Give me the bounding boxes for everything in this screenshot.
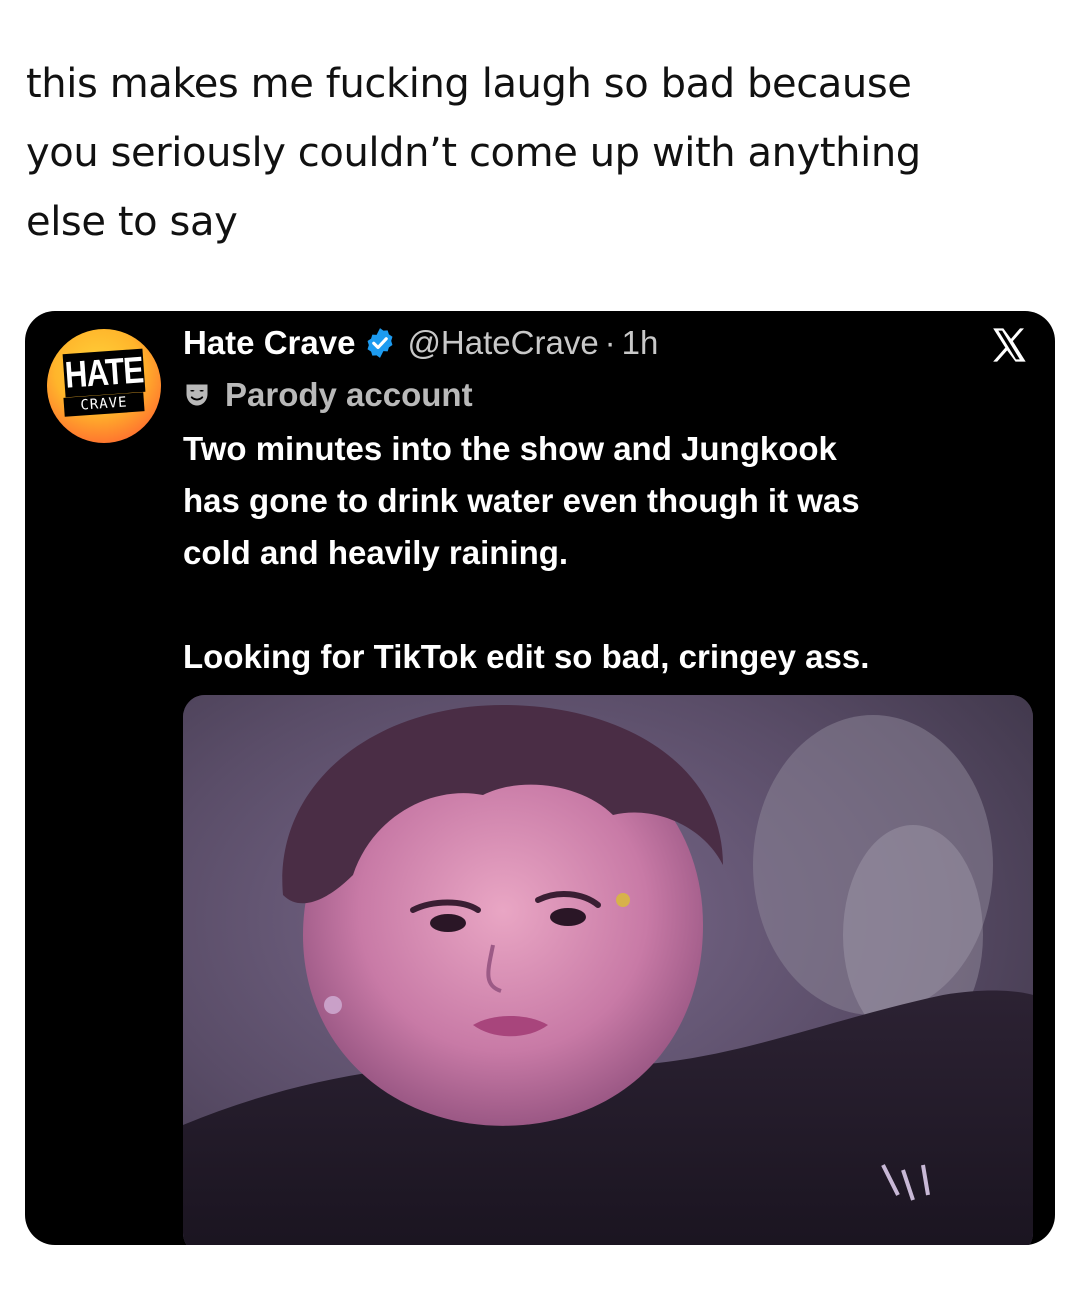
tweet-screenshot-card: HATE CRAVE Hate Crave @HateCrave · 1h Pa… [25,311,1055,1245]
tweet-line: cold and heavily raining. [183,534,569,571]
tweet-media-photo[interactable] [183,695,1033,1245]
avatar[interactable]: HATE CRAVE [47,329,161,443]
avatar-logo-text-bottom: CRAVE [63,392,145,417]
tweet-header: Hate Crave @HateCrave · 1h [183,321,658,365]
separator-dot: · [604,324,616,361]
tweet-paragraph-1: Two minutes into the show and Jungkook h… [183,423,1013,579]
avatar-logo-text-top: HATE [62,348,146,398]
display-name[interactable]: Hate Crave [183,324,355,362]
tweet-paragraph-2: Looking for TikTok edit so bad, cringey … [183,638,870,675]
verified-badge-icon [367,328,393,358]
parody-label-text: Parody account [225,376,473,413]
mask-icon [186,384,208,406]
parody-account-label: Parody account [183,375,473,415]
caption-line-2: you seriously couldn’t come up with anyt… [26,130,921,176]
tweet-line: Two minutes into the show and Jungkook [183,430,837,467]
caption-line-3: else to say [26,199,238,245]
x-logo-icon [993,328,1026,362]
concert-photo [183,695,1033,1245]
tweet-body: Two minutes into the show and Jungkook h… [183,423,1013,683]
caption-line-1: this makes me fucking laugh so bad becau… [26,61,912,107]
post-caption: this makes me fucking laugh so bad becau… [26,50,1056,257]
user-handle[interactable]: @HateCrave [407,324,598,362]
tweet-line: has gone to drink water even though it w… [183,482,860,519]
post-timestamp[interactable]: 1h [622,324,659,362]
